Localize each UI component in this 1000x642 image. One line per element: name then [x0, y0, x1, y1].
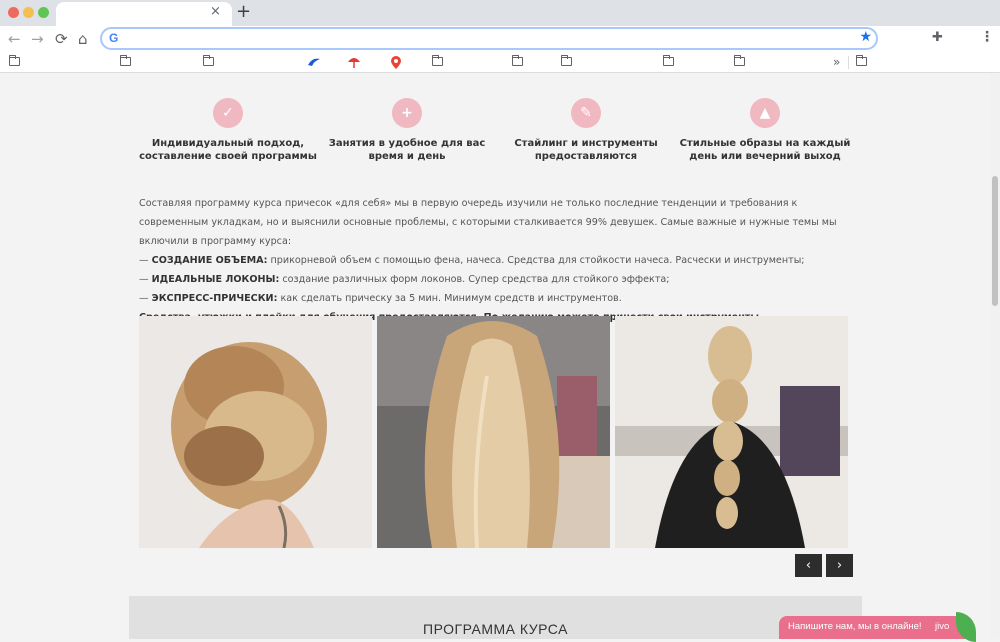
back-icon[interactable]: ← [8, 30, 21, 48]
bookmarks-overflow-icon[interactable]: » [833, 55, 840, 69]
feature-tools-provided: ✎ Стайлинг и инструменты предоставляются [496, 98, 676, 163]
chat-widget[interactable]: Напишите нам, мы в онлайне! jivo [779, 616, 973, 639]
check-icon: ✓ [213, 98, 243, 128]
bookmark-folder-icon[interactable] [561, 55, 572, 66]
feature-text: Стайлинг и инструменты предоставляются [514, 138, 658, 162]
program-title: ПРОГРАММА КУРСА [423, 621, 568, 637]
browser-tab-active[interactable] [56, 2, 232, 26]
feature-stylish-looks: ▲ Стильные образы на каждый день или веч… [675, 98, 855, 163]
feature-convenient-time: + Занятия в удобное для вас время и день [317, 98, 497, 163]
description-item: — ЭКСПРЕСС-ПРИЧЕСКИ: как сделать прическ… [139, 293, 622, 304]
gallery-next-button[interactable]: › [826, 554, 853, 577]
wand-icon: ✎ [571, 98, 601, 128]
browser-tab-bar: × + [0, 0, 1000, 26]
close-window-button[interactable] [8, 7, 19, 18]
bookmark-folder-icon[interactable] [120, 55, 131, 66]
bookmark-folder-icon[interactable] [9, 55, 20, 66]
bookmark-map-pin-icon[interactable] [390, 55, 402, 70]
page-content: ✓ Индивидуальный подход, составление сво… [0, 74, 990, 639]
gallery-prev-button[interactable]: ‹ [795, 554, 822, 577]
bookmark-folder-icon[interactable] [856, 55, 867, 66]
reload-icon[interactable]: ⟳ [55, 30, 68, 48]
bookmark-folder-icon[interactable] [203, 55, 214, 66]
feature-text: Индивидуальный подход, составление своей… [139, 138, 317, 162]
feature-individual-approach: ✓ Индивидуальный подход, составление сво… [138, 98, 318, 163]
feature-text: Стильные образы на каждый день или вечер… [679, 138, 851, 162]
maximize-window-button[interactable] [38, 7, 49, 18]
bookmark-star-icon[interactable]: ★ [859, 29, 872, 45]
gallery-photo-waves [377, 316, 610, 548]
bookmarks-bar: » [0, 52, 1000, 73]
new-tab-button[interactable]: + [236, 2, 251, 22]
home-icon[interactable]: ⌂ [78, 30, 88, 48]
minimize-window-button[interactable] [23, 7, 34, 18]
gallery-photo-braid [615, 316, 848, 548]
page-scrollbar[interactable] [990, 74, 1000, 639]
gallery-photo-updo [139, 316, 372, 548]
bookmark-folder-icon[interactable] [734, 55, 745, 66]
tab-close-icon[interactable]: × [210, 4, 221, 20]
description-item: — ИДЕАЛЬНЫЕ ЛОКОНЫ: создание различных ф… [139, 274, 670, 285]
scrollbar-thumb[interactable] [992, 176, 998, 306]
bookmarks-divider [848, 56, 849, 69]
address-bar[interactable]: G ★ [100, 27, 878, 50]
google-icon: G [109, 31, 119, 45]
add-user-icon: + [392, 98, 422, 128]
graduation-cap-icon: ▲ [750, 98, 780, 128]
bookmark-folder-icon[interactable] [432, 55, 443, 66]
extensions-icon[interactable]: ✚ [932, 30, 943, 45]
chat-widget-label[interactable]: Напишите нам, мы в онлайне! [788, 621, 922, 632]
browser-toolbar: ← → ⟳ ⌂ G ★ [0, 26, 1000, 52]
bookmark-folder-icon[interactable] [512, 55, 523, 66]
course-program-section: ПРОГРАММА КУРСА [129, 596, 862, 639]
course-description: Составляя программу курса причесок «для … [139, 194, 864, 327]
browser-menu-icon[interactable]: ⋮ [980, 29, 994, 45]
description-item: — СОЗДАНИЕ ОБЪЕМА: прикорневой объем с п… [139, 255, 805, 266]
bookmark-wave-icon[interactable] [307, 55, 321, 69]
feature-text: Занятия в удобное для вас время и день [328, 138, 486, 162]
bookmark-umbrella-icon[interactable] [347, 55, 361, 69]
forward-icon[interactable]: → [31, 30, 44, 48]
bookmark-folder-icon[interactable] [663, 55, 674, 66]
description-intro: Составляя программу курса причесок «для … [139, 198, 837, 247]
chat-brand-label: jivo [935, 621, 950, 632]
